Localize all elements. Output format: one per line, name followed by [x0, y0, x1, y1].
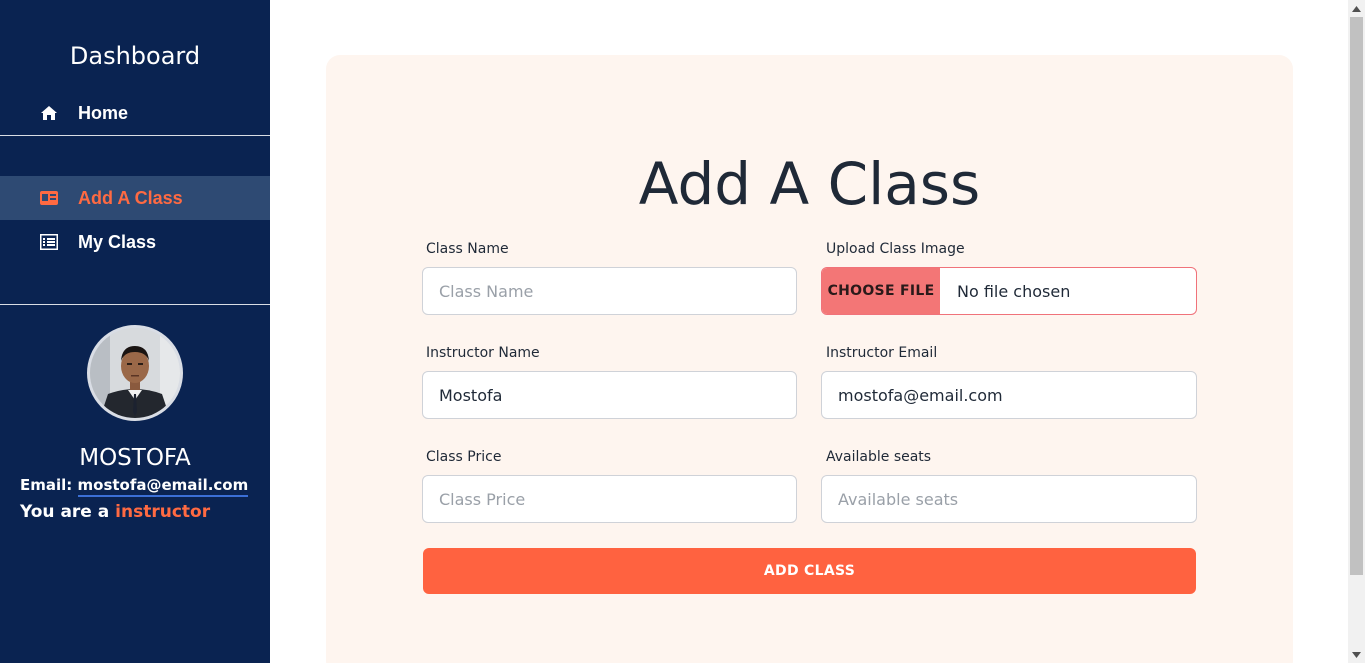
sidebar-item-label: My Class	[78, 231, 157, 252]
sidebar: Dashboard Home Add A Class My Class MOST…	[0, 0, 270, 663]
file-status: No file chosen	[957, 281, 1071, 301]
id-card-icon	[40, 189, 58, 207]
instructor-name-label: Instructor Name	[426, 345, 540, 361]
scroll-down-icon[interactable]	[1348, 646, 1365, 663]
scroll-up-icon[interactable]	[1348, 0, 1365, 17]
class-name-input[interactable]	[422, 267, 797, 315]
home-icon	[40, 104, 58, 122]
class-price-input[interactable]	[422, 475, 797, 523]
user-email-label: Email:	[20, 476, 73, 494]
app-root: Dashboard Home Add A Class My Class MOST…	[0, 0, 1365, 663]
instructor-email-input[interactable]	[821, 371, 1197, 419]
class-name-label: Class Name	[426, 241, 509, 257]
user-email-link[interactable]: mostofa@email.com	[77, 476, 249, 497]
sidebar-item-my-class[interactable]: My Class	[0, 220, 270, 264]
scrollbar[interactable]	[1348, 0, 1365, 663]
sidebar-item-add-class[interactable]: Add A Class	[0, 176, 270, 220]
user-email-line: Email: mostofa@email.com	[20, 476, 249, 497]
available-seats-input[interactable]	[821, 475, 1197, 523]
sidebar-item-label: Home	[78, 102, 129, 123]
choose-file-button[interactable]: CHOOSE FILE	[822, 268, 940, 314]
instructor-name-input[interactable]	[422, 371, 797, 419]
user-role: instructor	[115, 502, 211, 522]
page-title: Add A Class	[638, 150, 981, 218]
sidebar-item-label: Add A Class	[78, 187, 183, 208]
upload-image-input[interactable]: CHOOSE FILE No file chosen	[821, 267, 1197, 315]
upload-image-label: Upload Class Image	[826, 241, 965, 257]
sidebar-divider	[0, 135, 270, 136]
add-class-button[interactable]: ADD CLASS	[423, 548, 1196, 594]
available-seats-label: Available seats	[826, 449, 932, 465]
avatar	[87, 325, 183, 421]
scrollbar-thumb[interactable]	[1350, 17, 1363, 575]
user-role-line: You are a instructor	[20, 502, 210, 522]
instructor-email-label: Instructor Email	[826, 345, 938, 361]
sidebar-title: Dashboard	[69, 42, 201, 70]
sidebar-divider	[0, 304, 270, 305]
sidebar-item-home[interactable]: Home	[0, 91, 270, 135]
class-price-label: Class Price	[426, 449, 502, 465]
user-name: MOSTOFA	[79, 445, 191, 471]
user-role-prefix: You are a	[20, 502, 110, 522]
list-icon	[40, 233, 58, 251]
